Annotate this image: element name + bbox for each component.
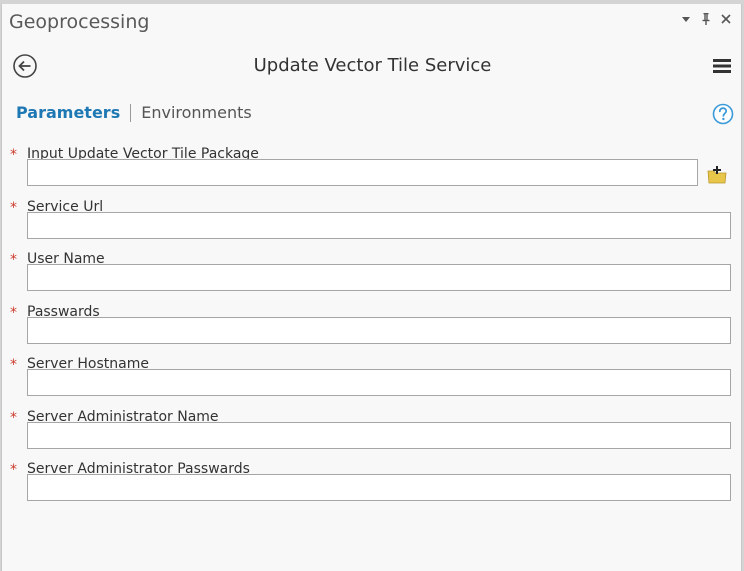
close-icon [721, 14, 731, 24]
tab-environments[interactable]: Environments [141, 102, 252, 124]
required-marker: * [10, 357, 17, 373]
user-name-field[interactable] [27, 264, 731, 291]
close-pane-button[interactable] [718, 10, 734, 28]
required-marker: * [10, 252, 17, 268]
tab-separator [130, 104, 132, 122]
required-marker: * [10, 200, 17, 216]
browse-folder-icon [707, 166, 727, 184]
hamburger-menu-icon [713, 59, 731, 73]
geoprocessing-pane: Geoprocessing Update Vector Tile Service [1, 4, 742, 571]
service-url-field[interactable] [27, 212, 731, 239]
server-admin-name-field[interactable] [27, 422, 731, 449]
server-hostname-field[interactable] [27, 369, 731, 396]
pin-icon [702, 13, 710, 25]
required-marker: * [10, 147, 17, 163]
required-marker: * [10, 305, 17, 321]
triangle-down-icon [682, 17, 690, 22]
tab-parameters[interactable]: Parameters [16, 102, 120, 124]
tool-menu-button[interactable] [712, 56, 732, 76]
help-button[interactable] [712, 103, 734, 125]
tool-title: Update Vector Tile Service [253, 55, 492, 76]
browse-button[interactable] [706, 164, 728, 186]
passwards-field[interactable] [27, 317, 731, 344]
server-admin-passwards-field[interactable] [27, 474, 731, 501]
pin-button[interactable] [698, 10, 714, 28]
tool-tabs: Parameters Environments [16, 101, 252, 125]
pane-options-button[interactable] [678, 10, 694, 28]
input-package-field[interactable] [27, 159, 698, 186]
help-icon [712, 103, 734, 125]
required-marker: * [10, 410, 17, 426]
pane-title: Geoprocessing [9, 11, 150, 33]
required-marker: * [10, 462, 17, 478]
